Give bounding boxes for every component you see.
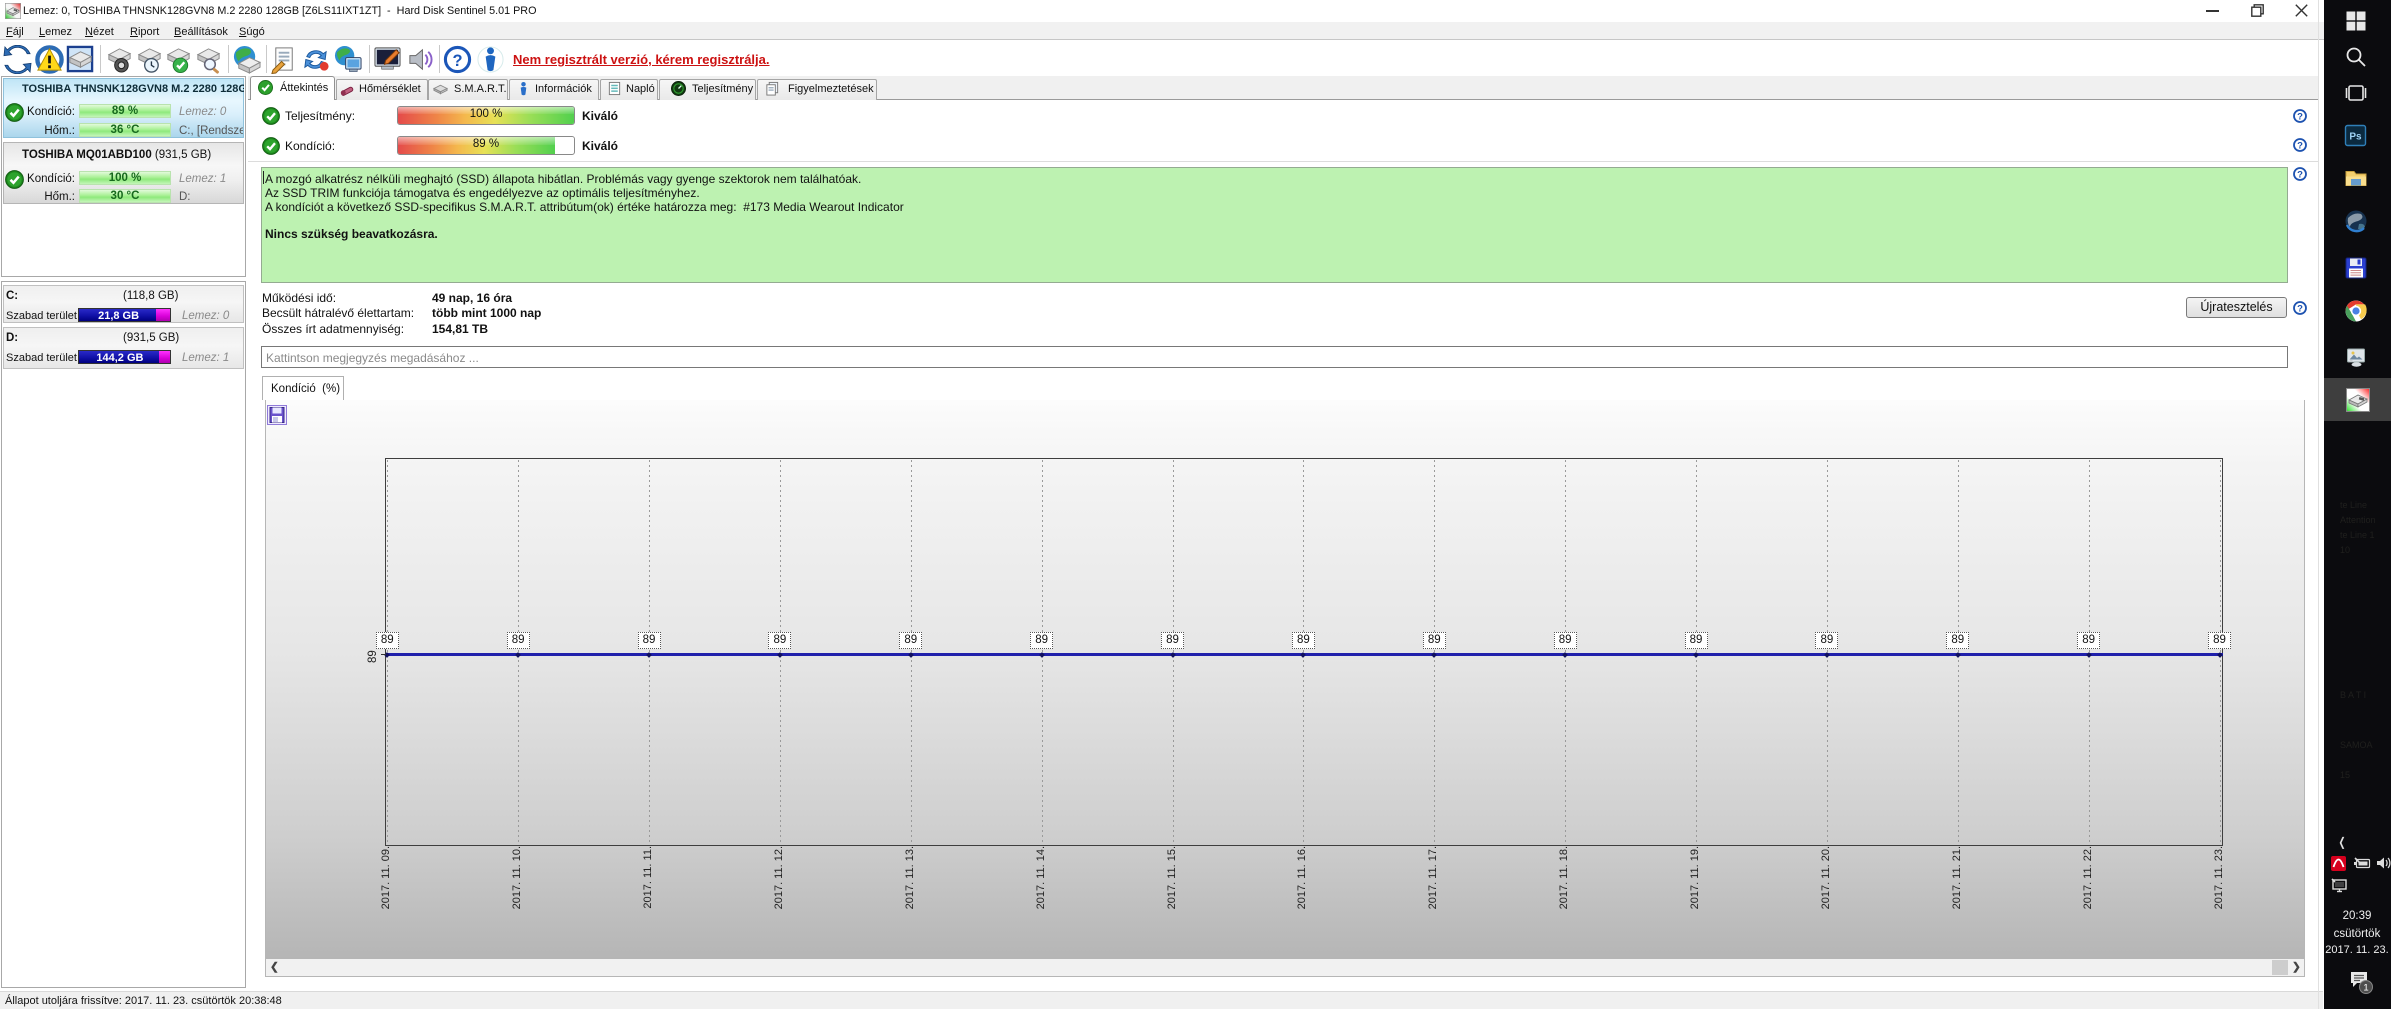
svg-text:Ps: Ps [2349,132,2362,143]
svg-text:?: ? [2297,111,2303,122]
svg-text:?: ? [2297,169,2303,180]
svg-text:?: ? [452,52,462,70]
svg-text:?: ? [2297,303,2303,314]
svg-text:1: 1 [2363,983,2368,994]
svg-text:?: ? [2297,140,2303,151]
